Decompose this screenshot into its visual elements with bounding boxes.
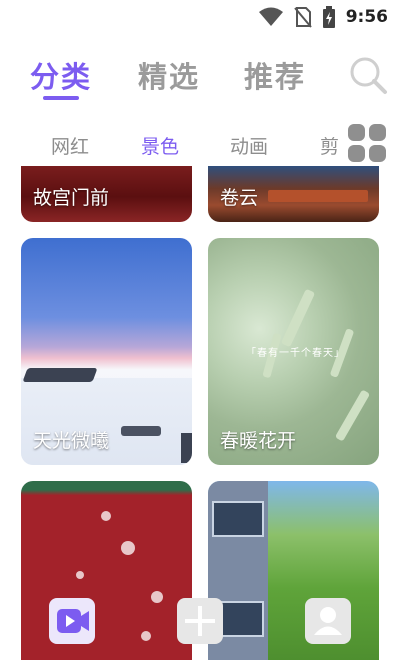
category-tab-wanghong[interactable]: 网红 [51,132,89,159]
category-grid-button[interactable] [348,124,386,162]
video-icon [57,609,89,633]
card-title: 春暖花开 [220,430,297,452]
status-icons: 9:56 [258,6,388,28]
status-bar: 9:56 [0,0,400,36]
main-tabs: 分类 精选 推荐 [0,50,400,106]
video-button[interactable] [49,598,95,644]
wallpaper-card[interactable] [208,481,379,660]
category-tab-animation[interactable]: 动画 [230,132,268,159]
tab-classify[interactable]: 分类 [30,54,92,96]
add-icon [185,606,215,636]
active-tab-underline [43,96,79,100]
profile-button[interactable] [305,598,351,644]
card-title: 故宫门前 [33,187,110,209]
category-tab-scenery[interactable]: 景色 [141,132,179,159]
category-tab-cut[interactable]: 剪 [320,132,339,159]
search-icon [350,57,387,94]
status-time: 9:56 [345,7,388,27]
wallpaper-card[interactable]: 「春有一千个春天」 春暖花开 [208,238,379,465]
wifi-icon [258,7,283,26]
search-button[interactable] [348,55,388,95]
tab-recommended[interactable]: 推荐 [244,54,306,96]
card-caption: 「春有一千个春天」 [246,348,345,359]
wallpaper-card[interactable] [21,481,192,660]
grid-icon [348,124,365,141]
card-title: 卷云 [220,187,259,209]
wallpaper-card[interactable]: 天光微曦 [21,238,192,465]
wallpaper-card[interactable]: 卷云 [208,166,379,222]
add-button[interactable] [177,598,223,644]
user-icon [314,607,342,635]
wallpaper-card[interactable]: 故宫门前 [21,166,192,222]
card-title: 天光微曦 [33,430,110,452]
category-tabs: : 网红 景色 动画 剪 [0,122,400,166]
no-sim-icon [293,7,312,28]
battery-icon [322,6,335,28]
tab-featured[interactable]: 精选 [138,54,200,96]
